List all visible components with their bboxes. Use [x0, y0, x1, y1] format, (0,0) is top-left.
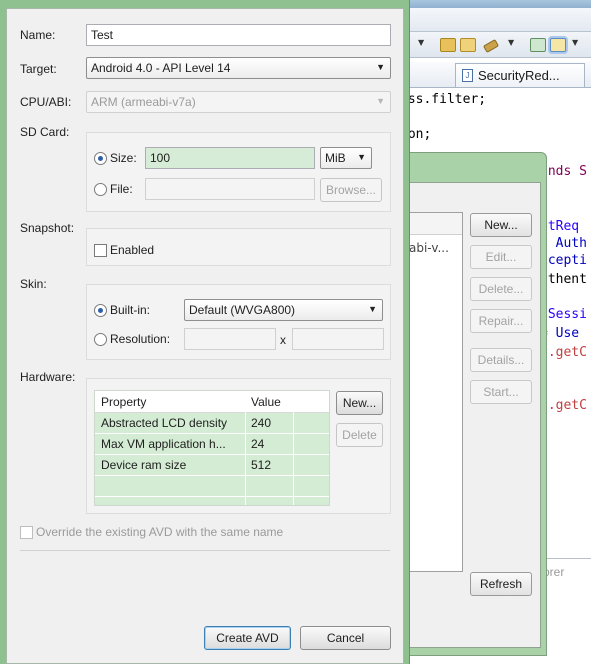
sdcard-file-input[interactable] — [145, 178, 315, 200]
code-line: uthent — [540, 272, 587, 287]
pencil-icon[interactable] — [482, 39, 500, 53]
refresh-button[interactable]: Refresh — [470, 572, 532, 596]
chevron-down-icon: ▼ — [376, 96, 385, 106]
table-row[interactable]: Max VM application h... 24 — [95, 434, 329, 455]
table-row[interactable]: Abstracted LCD density 240 — [95, 413, 329, 434]
start-avd-button[interactable]: Start... — [470, 380, 532, 404]
builtin-label: Built-in: — [110, 303, 151, 317]
code-line: tSessi — [540, 307, 587, 322]
avd-list-row[interactable]: abi-v... — [409, 235, 462, 255]
hardware-delete-button[interactable]: Delete — [336, 423, 383, 447]
resolution-x-label: x — [280, 333, 286, 347]
dropdown-arrow-icon[interactable]: ▼ — [418, 38, 424, 47]
snapshot-enabled-label: Enabled — [110, 243, 155, 257]
hardware-col-value[interactable]: Value — [251, 395, 281, 409]
code-line: , Auth — [540, 236, 587, 251]
highlight-pen-icon[interactable] — [550, 38, 566, 52]
hardware-table-header: Property Value — [95, 391, 329, 413]
chevron-down-icon: ▼ — [357, 152, 366, 162]
sdcard-label: SD Card: — [20, 125, 70, 139]
dialog-separator — [20, 550, 390, 551]
hardware-value-cell: 240 — [251, 416, 272, 430]
size-label: Size: — [110, 151, 137, 165]
table-row-empty[interactable] — [95, 476, 329, 497]
editor-tab-label: SecurityRed... — [478, 68, 560, 83]
chevron-down-icon: ▼ — [376, 62, 385, 72]
hardware-value-cell: 512 — [251, 458, 272, 472]
browse-button[interactable]: Browse... — [320, 178, 382, 202]
code-line: ess.filter; — [400, 92, 487, 107]
code-line: ends S — [540, 164, 587, 179]
dropdown-arrow-icon-2[interactable]: ▼ — [508, 38, 514, 47]
file-label: File: — [110, 182, 133, 196]
hardware-value-cell: 24 — [251, 437, 265, 451]
skin-resolution-radio[interactable] — [94, 333, 107, 346]
cancel-button[interactable]: Cancel — [300, 626, 391, 650]
target-select-value: Android 4.0 - API Level 14 — [91, 61, 231, 75]
code-line: xcepti — [540, 253, 587, 268]
hardware-property-cell: Abstracted LCD density — [101, 416, 228, 430]
sdcard-unit-select[interactable]: MiB ▼ — [320, 147, 372, 169]
cpu-abi-label: CPU/ABI: — [20, 95, 72, 109]
ide-toolbar-secondary: ▼ ▼ ▼ — [400, 32, 591, 58]
cpu-abi-select-value: ARM (armeabi-v7a) — [91, 95, 196, 109]
folder-icon[interactable] — [460, 38, 476, 52]
sdcard-size-input[interactable]: 100 — [145, 147, 315, 169]
sdcard-unit-value: MiB — [325, 151, 346, 165]
ide-titlebar — [400, 0, 591, 8]
table-row-empty-2[interactable] — [95, 497, 329, 505]
debug-icon[interactable] — [530, 38, 546, 52]
resolution-height-input[interactable] — [292, 328, 384, 350]
hardware-property-cell: Max VM application h... — [101, 437, 226, 451]
code-line: t.getC — [540, 345, 587, 360]
new-avd-button[interactable]: New... — [470, 213, 532, 237]
cpu-abi-select[interactable]: ARM (armeabi-v7a) ▼ — [86, 91, 391, 113]
hardware-col-property[interactable]: Property — [101, 395, 146, 409]
resolution-label: Resolution: — [110, 332, 171, 346]
code-line: t.getC — [540, 398, 587, 413]
hardware-new-button[interactable]: New... — [336, 391, 383, 415]
avd-list-header — [409, 213, 462, 235]
override-avd-label: Override the existing AVD with the same … — [36, 525, 284, 539]
target-select[interactable]: Android 4.0 - API Level 14 ▼ — [86, 57, 391, 79]
chevron-down-icon: ▼ — [368, 304, 377, 314]
resolution-width-input[interactable] — [184, 328, 276, 350]
target-label: Target: — [20, 62, 57, 76]
bottom-view-panel: orer — [540, 558, 591, 664]
ide-toolbar — [400, 8, 591, 32]
edit-avd-button[interactable]: Edit... — [470, 245, 532, 269]
skin-builtin-select[interactable]: Default (WVGA800) ▼ — [184, 299, 383, 321]
details-avd-button[interactable]: Details... — [470, 348, 532, 372]
avd-list[interactable]: abi-v... — [408, 212, 463, 572]
name-label: Name: — [20, 28, 56, 42]
skin-builtin-value: Default (WVGA800) — [189, 303, 296, 317]
table-row[interactable]: Device ram size 512 — [95, 455, 329, 476]
skin-label: Skin: — [20, 277, 47, 291]
hardware-table[interactable]: Property Value Abstracted LCD density 24… — [94, 390, 330, 506]
snapshot-label: Snapshot: — [20, 221, 75, 235]
repair-avd-button[interactable]: Repair... — [470, 309, 532, 333]
skin-builtin-radio[interactable] — [94, 304, 107, 317]
dropdown-arrow-icon-3[interactable]: ▼ — [572, 38, 578, 47]
sdcard-size-radio[interactable] — [94, 152, 107, 165]
sdcard-file-radio[interactable] — [94, 183, 107, 196]
editor-tab-securityred[interactable]: J SecurityRed... — [455, 63, 585, 87]
hardware-label: Hardware: — [20, 370, 76, 384]
create-avd-button[interactable]: Create AVD — [204, 626, 291, 650]
hardware-property-cell: Device ram size — [101, 458, 187, 472]
name-input[interactable]: Test — [86, 24, 391, 46]
java-file-icon: J — [462, 69, 473, 82]
open-folder-icon[interactable] — [440, 38, 456, 52]
override-avd-checkbox[interactable] — [20, 526, 33, 539]
delete-avd-button[interactable]: Delete... — [470, 277, 532, 301]
snapshot-enabled-checkbox[interactable] — [94, 244, 107, 257]
